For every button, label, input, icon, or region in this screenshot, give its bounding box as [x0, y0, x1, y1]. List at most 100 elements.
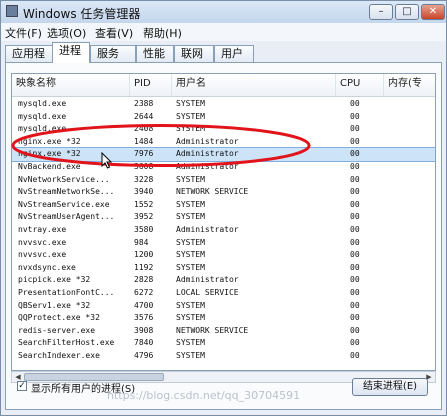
- pid-cell: 3940: [134, 187, 154, 197]
- user-name-cell: SYSTEM: [176, 124, 205, 134]
- show-all-users-checkbox[interactable]: ✓: [17, 381, 27, 391]
- pid-cell: 1484: [134, 136, 154, 146]
- table-row[interactable]: NvStreamUserAgent... 3952 SYSTEM 00: [12, 211, 435, 224]
- table-row[interactable]: SearchFilterHost.exe 7840 SYSTEM 00: [12, 337, 435, 350]
- process-name-cell: NvStreamUserAgent...: [18, 212, 115, 222]
- user-name-cell: SYSTEM: [176, 351, 205, 360]
- process-name-cell: QQProtect.exe *32: [18, 313, 100, 323]
- user-name-cell: SYSTEM: [176, 111, 205, 121]
- user-name-cell: SYSTEM: [176, 99, 205, 108]
- table-row[interactable]: NvStreamService.exe 1552 SYSTEM 00: [12, 199, 435, 212]
- process-name-cell: mysqld.exe: [18, 111, 67, 121]
- cpu-cell: 00: [350, 199, 360, 209]
- table-row[interactable]: QQProtect.exe *32 3576 SYSTEM 00: [12, 312, 435, 325]
- pid-cell: 1200: [134, 250, 154, 260]
- process-name-cell: SearchFilterHost.exe: [18, 338, 115, 348]
- user-name-cell: SYSTEM: [176, 262, 205, 272]
- menu-help[interactable]: 帮助(H): [143, 25, 182, 41]
- process-name-cell: mysqld.exe: [18, 124, 67, 134]
- column-image-name[interactable]: 映象名称: [12, 74, 130, 96]
- app-icon: [6, 5, 18, 17]
- pid-cell: 3952: [134, 212, 154, 222]
- table-row[interactable]: nvtray.exe 3580 Administrator 00: [12, 224, 435, 237]
- table-row[interactable]: QBServ1.exe *32 4700 SYSTEM 00: [12, 300, 435, 313]
- user-name-cell: SYSTEM: [176, 338, 205, 348]
- close-button[interactable]: ✕: [421, 4, 445, 20]
- process-name-cell: QBServ1.exe *32: [18, 300, 91, 310]
- user-name-cell: SYSTEM: [176, 174, 205, 184]
- menu-view[interactable]: 查看(V): [95, 25, 133, 41]
- end-process-button[interactable]: 结束进程(E): [352, 378, 428, 396]
- cpu-cell: 00: [350, 225, 360, 234]
- table-row[interactable]: nvxdsync.exe 1192 SYSTEM 00: [12, 262, 435, 275]
- menu-options[interactable]: 选项(O): [47, 25, 86, 41]
- table-row[interactable]: nginx.exe *32 1484 Administrator 00: [12, 136, 435, 149]
- cpu-cell: 00: [350, 325, 360, 335]
- table-row[interactable]: picpick.exe *32 2828 Administrator 00: [12, 274, 435, 287]
- process-name-cell: nvvsvc.exe: [18, 237, 67, 247]
- user-name-cell: SYSTEM: [176, 300, 205, 310]
- process-name-cell: picpick.exe *32: [18, 275, 91, 285]
- user-name-cell: NETWORK SERVICE: [176, 325, 249, 335]
- process-name-cell: nginx.exe *32: [18, 149, 81, 159]
- table-row[interactable]: mysqld.exe 2388 SYSTEM 00: [12, 98, 435, 111]
- user-name-cell: Administrator: [176, 149, 239, 159]
- tab-performance[interactable]: 性能: [136, 45, 174, 62]
- table-row[interactable]: NvStreamNetworkSe... 3940 NETWORK SERVICE 0…: [12, 186, 435, 199]
- cpu-cell: 00: [350, 99, 360, 108]
- pid-cell: 7976: [134, 149, 154, 159]
- minimize-button[interactable]: –: [369, 4, 393, 20]
- cpu-cell: 00: [350, 275, 360, 285]
- cpu-cell: 00: [350, 288, 360, 297]
- user-name-cell: SYSTEM: [176, 250, 205, 260]
- table-row[interactable]: mysqld.exe 2408 SYSTEM 00: [12, 123, 435, 136]
- task-manager-window: Windows 任务管理器 – □ ✕ 文件(F) 选项(O) 查看(V) 帮助…: [0, 0, 447, 416]
- user-name-cell: LOCAL SERVICE: [176, 288, 239, 297]
- pid-cell: 3228: [134, 174, 154, 184]
- table-row[interactable]: nvvsvc.exe 984 SYSTEM 00: [12, 237, 435, 250]
- table-row[interactable]: NvBackend.exe 3608 Administrator 00: [12, 161, 435, 174]
- table-row[interactable]: nginx.exe *32 7976 Administrator 00: [12, 147, 435, 162]
- title-bar[interactable]: Windows 任务管理器 – □ ✕: [1, 1, 446, 23]
- pid-cell: 3576: [134, 313, 154, 323]
- pid-cell: 3908: [134, 325, 154, 335]
- process-name-cell: nvvsvc.exe: [18, 250, 67, 260]
- user-name-cell: SYSTEM: [176, 212, 205, 222]
- column-pid[interactable]: PID: [130, 74, 172, 96]
- table-row[interactable]: redis-server.exe 3908 NETWORK SERVICE 00: [12, 325, 435, 338]
- cpu-cell: 00: [350, 250, 360, 260]
- cpu-cell: 00: [350, 212, 360, 222]
- process-name-cell: nginx.exe *32: [18, 136, 81, 146]
- table-row[interactable]: nvvsvc.exe 1200 SYSTEM 00: [12, 249, 435, 262]
- pid-cell: 2828: [134, 275, 154, 285]
- cpu-cell: 00: [350, 313, 360, 323]
- cpu-cell: 00: [350, 124, 360, 134]
- table-row[interactable]: SearchIndexer.exe 4796 SYSTEM 00: [12, 350, 435, 363]
- table-row[interactable]: PresentationFontC... 6272 LOCAL SERVICE 00: [12, 287, 435, 300]
- tab-processes[interactable]: 进程: [52, 42, 90, 63]
- column-user-name[interactable]: 用户名: [172, 74, 336, 96]
- process-list[interactable]: 映象名称 PID 用户名 CPU 内存(专 mysqld.exe 2388 SYST…: [11, 73, 436, 371]
- column-cpu[interactable]: CPU: [336, 74, 384, 96]
- cpu-cell: 00: [350, 187, 360, 197]
- pid-cell: 2408: [134, 124, 154, 134]
- process-name-cell: NvStreamNetworkSe...: [18, 187, 115, 197]
- column-memory[interactable]: 内存(专: [384, 74, 435, 96]
- tab-services[interactable]: 服务: [90, 45, 136, 62]
- list-header: 映象名称 PID 用户名 CPU 内存(专: [12, 74, 435, 97]
- tab-strip: 应用程序 进程 服务 性能 联网 用户: [1, 41, 446, 76]
- tab-users[interactable]: 用户: [214, 45, 254, 62]
- table-row[interactable]: mysqld.exe 2644 SYSTEM 00: [12, 111, 435, 124]
- pid-cell: 4796: [134, 351, 154, 360]
- tab-applications[interactable]: 应用程序: [5, 45, 53, 76]
- process-name-cell: nvtray.exe: [18, 225, 67, 234]
- process-name-cell: PresentationFontC...: [18, 288, 115, 297]
- pid-cell: 2644: [134, 111, 154, 121]
- maximize-button[interactable]: □: [395, 4, 419, 20]
- process-name-cell: redis-server.exe: [18, 325, 96, 335]
- cpu-cell: 00: [350, 262, 360, 272]
- menu-file[interactable]: 文件(F): [5, 25, 42, 41]
- table-row[interactable]: NvNetworkService... 3228 SYSTEM 00: [12, 174, 435, 187]
- tab-networking[interactable]: 联网: [174, 45, 214, 62]
- pid-cell: 3580: [134, 225, 154, 234]
